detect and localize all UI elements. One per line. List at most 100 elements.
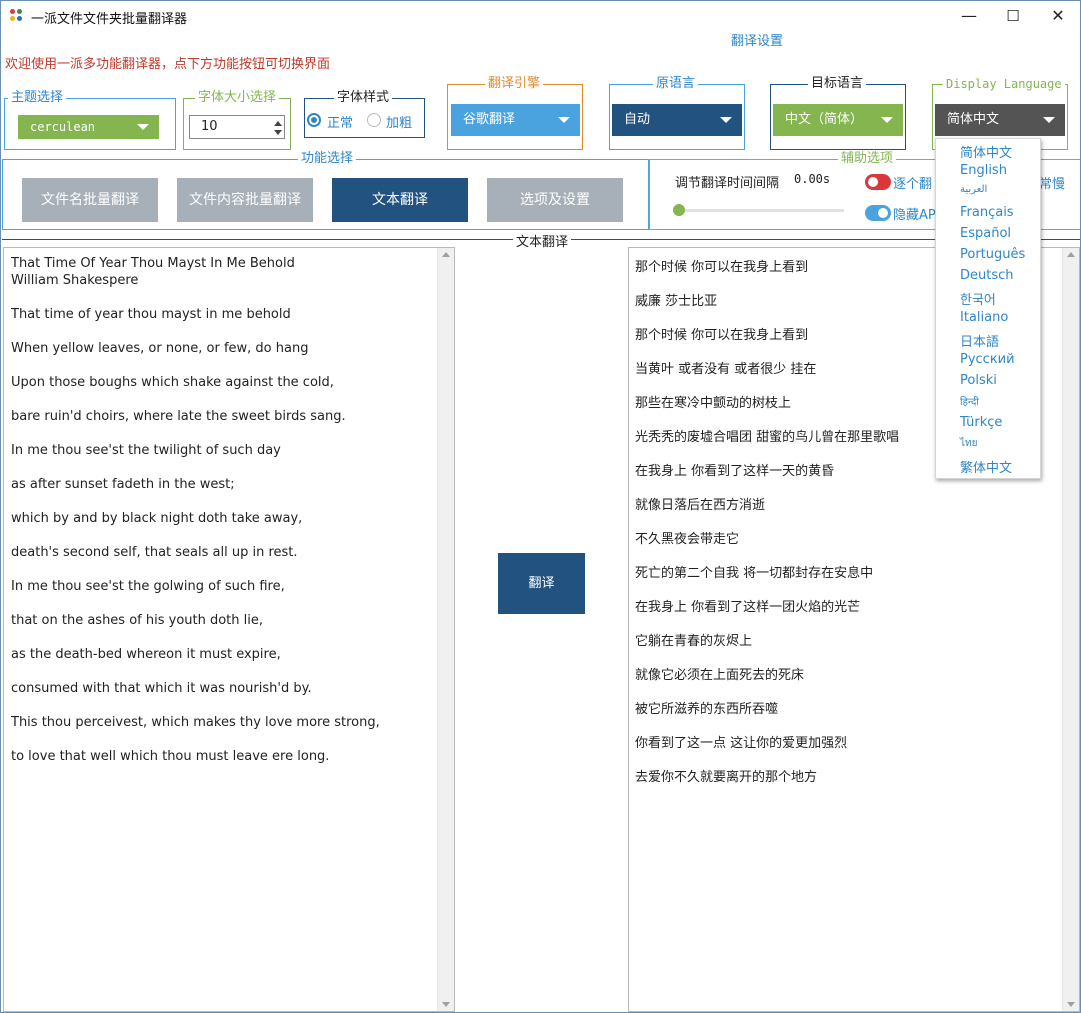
engine-select[interactable]: 谷歌翻译: [451, 104, 580, 136]
target-lang-legend: 目标语言: [808, 76, 867, 92]
source-line: which by and by black night doth take aw…: [11, 511, 303, 526]
target-line: 就像日落后在西方消逝: [635, 498, 766, 513]
display-lang-option[interactable]: 繁体中文: [960, 457, 1012, 476]
display-lang-option[interactable]: English: [960, 163, 1007, 178]
welcome-text: 欢迎使用一派多功能翻译器，点下方功能按钮可切换界面: [5, 57, 331, 72]
target-line: 不久黑夜会带走它: [635, 532, 740, 547]
display-lang-option[interactable]: Português: [960, 247, 1025, 262]
radio-bold-label: 加粗: [386, 116, 413, 131]
text-translate-legend: 文本翻译: [513, 231, 572, 250]
window-title: 一派文件文件夹批量翻译器: [31, 12, 188, 27]
display-lang-option[interactable]: Italiano: [960, 310, 1008, 325]
filename-batch-button[interactable]: 文件名批量翻译: [22, 178, 158, 222]
target-line: 死亡的第二个自我 将一切都封存在安息中: [635, 566, 874, 581]
display-lang-option[interactable]: 한국어: [960, 289, 996, 308]
target-line: 就像它必须在上面死去的死床: [635, 668, 805, 683]
target-line: 那些在寒冷中颤动的树枝上: [635, 396, 792, 411]
interval-label: 调节翻译时间间隔: [675, 176, 780, 191]
chevron-down-icon: [881, 117, 893, 123]
minimize-button[interactable]: —: [946, 1, 992, 31]
maximize-button[interactable]: ☐: [990, 1, 1036, 31]
functions-legend: 功能选择: [298, 151, 357, 167]
source-lang-value: 自动: [624, 112, 651, 127]
display-lang-option[interactable]: ไทย: [960, 436, 977, 451]
display-lang-value: 简体中文: [947, 112, 1000, 127]
interval-value: 0.00s: [794, 172, 831, 186]
target-line: 被它所滋养的东西所吞噬: [635, 702, 779, 717]
font-size-spinbox[interactable]: 10: [189, 115, 285, 139]
display-lang-option[interactable]: हिन्दी: [960, 394, 979, 408]
source-scrollbar[interactable]: [437, 248, 454, 1011]
chevron-down-icon: [720, 117, 732, 123]
toggle-knob: [868, 177, 878, 187]
display-lang-option[interactable]: 日本語: [960, 331, 999, 350]
aux-legend: 辅助选项: [838, 151, 897, 167]
hide-api-toggle[interactable]: [865, 205, 891, 221]
display-lang-option[interactable]: العربية: [960, 184, 987, 195]
source-line: When yellow leaves, or none, or few, do …: [11, 341, 309, 356]
target-line: 它躺在青春的灰烬上: [635, 634, 753, 649]
target-lang-select[interactable]: 中文（简体）: [773, 104, 903, 136]
engine-value: 谷歌翻译: [463, 112, 516, 127]
source-line: William Shakespere: [11, 273, 139, 288]
app-window: 一派文件文件夹批量翻译器 — ☐ ✕ 欢迎使用一派多功能翻译器，点下方功能按钮可…: [0, 0, 1081, 1013]
source-lang-legend: 原语言: [653, 76, 699, 92]
target-line: 那个时候 你可以在我身上看到: [635, 328, 809, 343]
target-line: 那个时候 你可以在我身上看到: [635, 260, 809, 275]
source-line: to love that well which thou must leave …: [11, 749, 330, 764]
target-lang-value: 中文（简体）: [785, 112, 864, 127]
scroll-up-icon[interactable]: [442, 252, 450, 257]
source-lang-select[interactable]: 自动: [612, 104, 742, 136]
translate-button[interactable]: 翻译: [498, 553, 585, 614]
source-line: as after sunset fadeth in the west;: [11, 477, 235, 492]
target-scrollbar[interactable]: [1062, 248, 1079, 1011]
source-line: That time of year thou mayst in me behol…: [11, 307, 291, 322]
theme-select[interactable]: cerculean: [18, 115, 159, 139]
display-lang-option[interactable]: Español: [960, 226, 1011, 241]
display-lang-option[interactable]: Türkçe: [960, 415, 1002, 430]
target-line: 光秃秃的废墟合唱团 甜蜜的鸟儿曾在那里歌唱: [635, 430, 900, 445]
display-lang-option[interactable]: Русский: [960, 352, 1015, 367]
source-line: That Time Of Year Thou Mayst In Me Behol…: [11, 256, 295, 271]
source-line: In me thou see'st the twilight of such d…: [11, 443, 281, 458]
spin-up-icon[interactable]: [274, 121, 282, 126]
scroll-down-icon[interactable]: [1067, 1002, 1075, 1007]
display-lang-dropdown: 简体中文 English العربية Français Español Portugu…: [935, 138, 1041, 479]
display-lang-option[interactable]: Deutsch: [960, 268, 1014, 283]
text-translate-button[interactable]: 文本翻译: [332, 178, 468, 222]
chevron-down-icon: [137, 124, 149, 130]
target-line: 在我身上 你看到了这样一团火焰的光芒: [635, 600, 861, 615]
font-style-legend: 字体样式: [334, 90, 393, 106]
options-settings-button[interactable]: 选项及设置: [487, 178, 623, 222]
theme-value: cerculean: [30, 120, 96, 134]
spin-down-icon[interactable]: [274, 130, 282, 135]
scroll-down-icon[interactable]: [442, 1002, 450, 1007]
target-line: 当黄叶 或者没有 或者很少 挂在: [635, 362, 817, 377]
hide-api-label: 隐藏API: [893, 208, 940, 223]
close-button[interactable]: ✕: [1035, 1, 1080, 31]
source-line: that on the ashes of his youth doth lie,: [11, 613, 264, 628]
toggle-knob: [878, 208, 888, 218]
one-by-one-toggle[interactable]: [865, 174, 891, 190]
display-lang-option[interactable]: Polski: [960, 373, 997, 388]
settings-title: 翻译设置: [731, 34, 784, 49]
one-by-one-label: 逐个翻: [893, 177, 933, 192]
radio-bold[interactable]: [367, 113, 381, 127]
scroll-up-icon[interactable]: [1067, 252, 1075, 257]
slider-handle[interactable]: [673, 204, 685, 216]
display-lang-option[interactable]: Français: [960, 205, 1014, 220]
theme-legend: 主题选择: [8, 90, 67, 106]
source-line: In me thou see'st the golwing of such fi…: [11, 579, 285, 594]
target-line: 你看到了这一点 这让你的爱更加强烈: [635, 736, 848, 751]
content-batch-button[interactable]: 文件内容批量翻译: [177, 178, 313, 222]
source-line: death's second self, that seals all up i…: [11, 545, 298, 560]
chevron-down-icon: [1043, 117, 1055, 123]
engine-legend: 翻译引擎: [485, 76, 544, 92]
radio-normal[interactable]: [307, 113, 321, 127]
source-line: This thou perceivest, which makes thy lo…: [11, 715, 380, 730]
display-lang-select[interactable]: 简体中文: [935, 104, 1065, 136]
interval-slider[interactable]: [673, 204, 844, 216]
title-bar: 一派文件文件夹批量翻译器 — ☐ ✕: [1, 1, 1080, 31]
display-lang-option[interactable]: 简体中文: [960, 142, 1012, 161]
source-text-area[interactable]: That Time Of Year Thou Mayst In Me Behol…: [3, 247, 455, 1012]
